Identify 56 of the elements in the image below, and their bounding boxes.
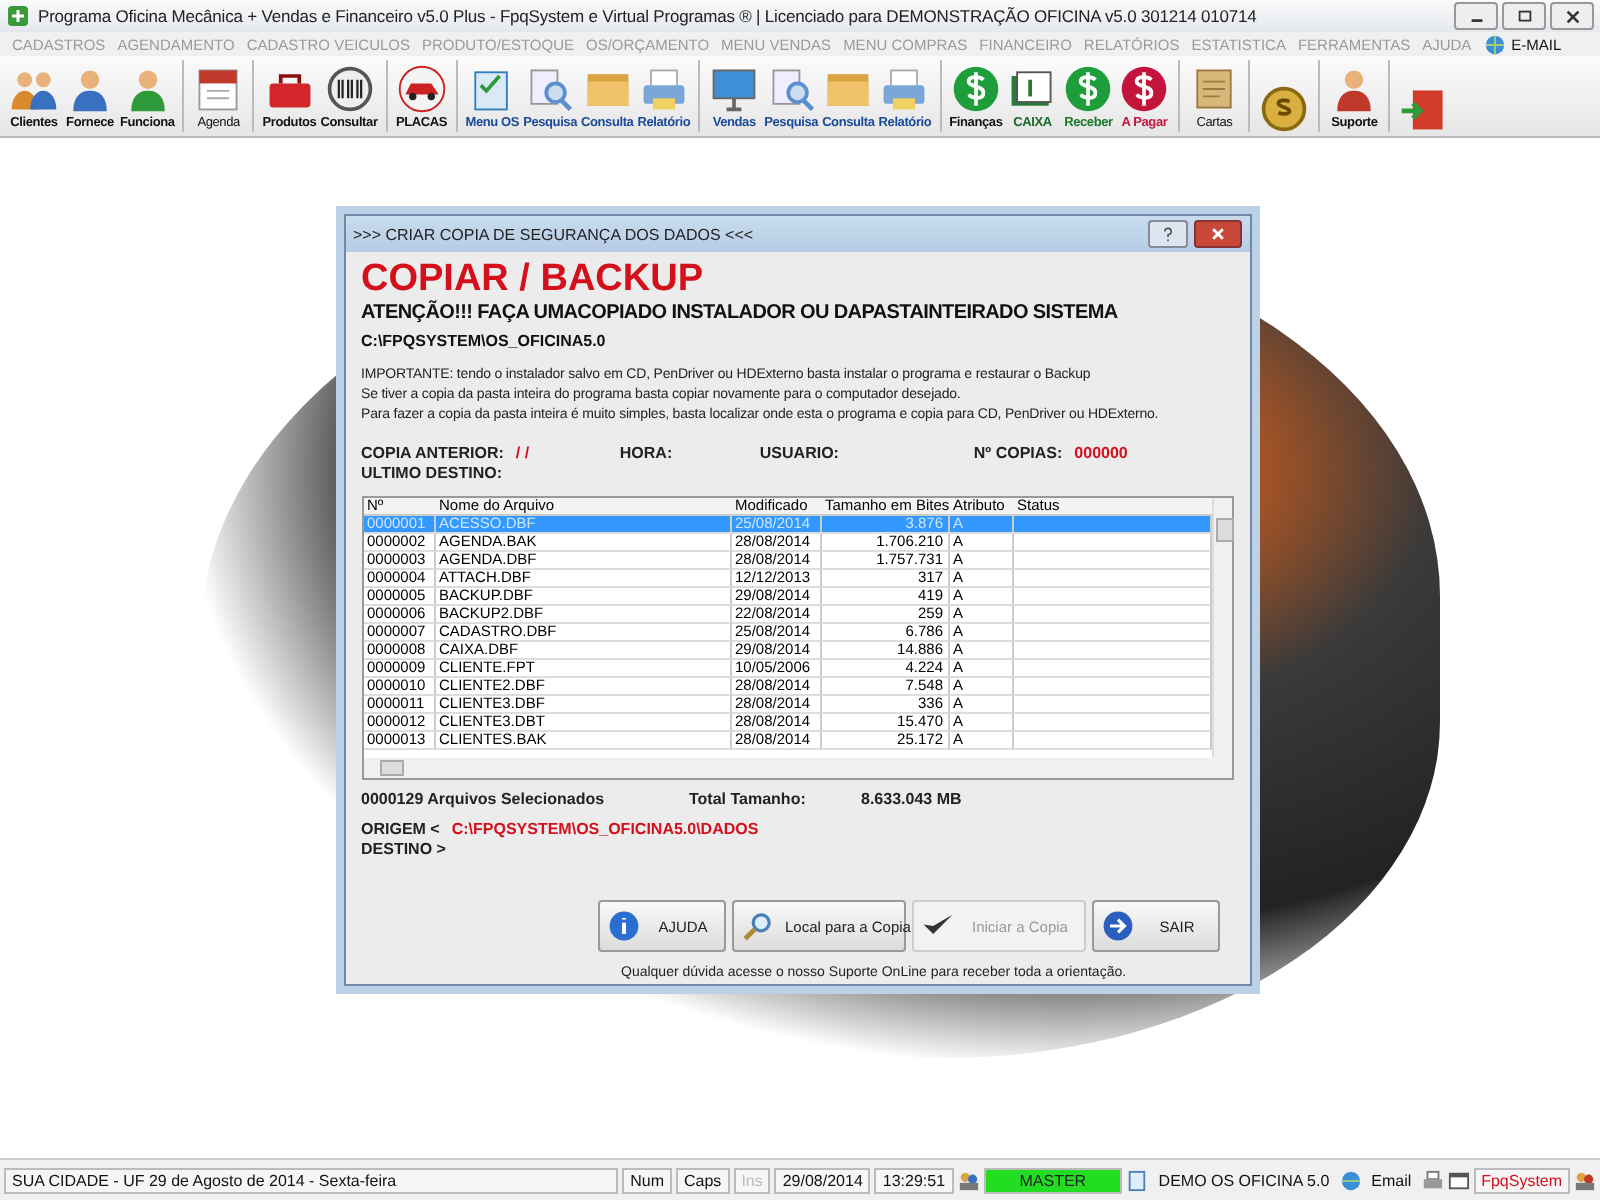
dialog-heading: COPIAR / BACKUP	[361, 260, 706, 300]
key-indicator: Num	[622, 1167, 672, 1193]
field-value: / /	[515, 444, 532, 464]
car-icon	[395, 64, 448, 114]
dollar-icon	[1062, 64, 1115, 114]
horizontal-scrollbar[interactable]	[363, 758, 1231, 778]
status-date-text: SUA CIDADE - UF 29 de Agosto de 2014 - Sexta-feira	[4, 1167, 619, 1193]
monitor-icon	[708, 64, 761, 114]
globe-icon	[1483, 33, 1506, 55]
field-label: ULTIMO DESTINO:	[361, 464, 505, 484]
dollar-icon	[949, 64, 1002, 114]
coin-icon	[1258, 84, 1311, 134]
origin-path: C:\FPQSYSTEM\OS_OFICINA5.0\DADOS	[451, 820, 759, 840]
close-button[interactable]	[1193, 220, 1241, 248]
close-icon	[1563, 7, 1581, 25]
brand-label: FpqSystem	[1473, 1167, 1571, 1193]
printer-icon[interactable]	[1421, 1169, 1444, 1191]
warning-text: ATENÇÃO!!! FAÇA UMACOPIADO INSTALADOR OU DAPASTAINTEIRADO SISTEMA	[361, 302, 1120, 324]
field-label: Total Tamanho:	[689, 790, 808, 810]
maximize-icon	[1515, 7, 1533, 25]
system-name: DEMO OS OFICINA 5.0	[1156, 1169, 1332, 1191]
selected-count: 0000129 Arquivos Selecionados	[361, 790, 607, 810]
field-label: HORA:	[619, 444, 675, 464]
search-icon	[741, 910, 773, 942]
status-time: 13:29:51	[874, 1167, 954, 1193]
field-label: COPIA ANTERIOR:	[361, 444, 504, 464]
help-button[interactable]	[1147, 220, 1187, 248]
email-link[interactable]: Email	[1365, 1169, 1418, 1191]
field-label: DESTINO >	[361, 840, 448, 860]
status-date: 29/08/2014	[774, 1167, 871, 1193]
window-title: Programa Oficina Mecânica + Vendas e Financeiro v5.0 Plus - FpqSystem e Virtual Programas ® | Licenciado para DEMONSTRAÇÃO OFICINA v5.0 301214 010714	[38, 6, 1259, 26]
maximize-button[interactable]	[1502, 2, 1546, 30]
field-label: USUARIO:	[759, 444, 841, 464]
info-icon	[607, 910, 639, 942]
barcode-icon	[323, 64, 375, 114]
field-label: Nº COPIAS:	[973, 444, 1063, 464]
close-button[interactable]	[1550, 2, 1594, 30]
minimize-button[interactable]	[1454, 2, 1498, 30]
field-label: ORIGEM <	[361, 820, 440, 840]
field-value: 000000	[1074, 444, 1128, 464]
system-path: C:\FPQSYSTEM\OS_OFICINA5.0	[361, 332, 608, 350]
globe-icon	[1339, 1169, 1362, 1191]
app-icon	[6, 4, 30, 28]
dollar-icon	[1118, 64, 1171, 114]
help-icon	[1159, 226, 1175, 242]
users-icon	[1574, 1169, 1597, 1191]
document-icon	[1126, 1169, 1149, 1191]
vertical-scrollbar[interactable]	[1211, 498, 1231, 758]
user-indicator: MASTER	[983, 1167, 1123, 1193]
key-indicator: Ins	[733, 1167, 771, 1193]
close-icon	[1209, 226, 1225, 242]
window-icon[interactable]	[1447, 1169, 1470, 1191]
users-icon	[957, 1169, 980, 1191]
dialog-title: >>> CRIAR COPIA DE SEGURANÇA DOS DADOS <<<	[353, 225, 756, 243]
key-indicator: Caps	[676, 1167, 730, 1193]
total-size: 8.633.043 MB	[861, 790, 962, 810]
